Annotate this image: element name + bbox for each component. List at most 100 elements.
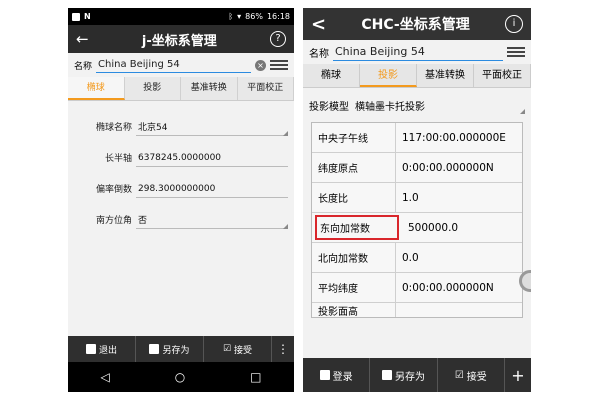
dropdown-corner-icon [520, 109, 525, 114]
name-label: 名称 [74, 61, 93, 72]
status-time: 16:18 [266, 12, 290, 21]
tab-bar: 椭球 投影 基准转换 平面校正 [303, 64, 531, 88]
notification-icon [72, 12, 80, 21]
tab-datum-transform[interactable]: 基准转换 [417, 64, 474, 87]
dropdown-corner-icon [283, 224, 288, 229]
nav-home-icon[interactable]: ○ [175, 370, 185, 384]
bottom-action-bar: 登录 另存为 ☑ 接受 + [303, 358, 531, 392]
list-icon[interactable] [270, 60, 288, 70]
param-label: 投影面高 [312, 303, 396, 317]
table-row[interactable]: 长度比 1.0 [312, 183, 522, 213]
ellipsoid-name-row[interactable]: 椭球名称 北京54 [68, 111, 294, 142]
param-label: 长度比 [312, 183, 396, 212]
table-row[interactable]: 投影面高 [312, 303, 522, 317]
field-label: 偏率倒数 [95, 185, 132, 195]
field-label: 椭球名称 [95, 123, 132, 133]
more-button[interactable]: ⋮ [272, 336, 294, 362]
check-icon: ☑ [454, 369, 464, 381]
table-row[interactable]: 东向加常数 500000.0 [312, 213, 522, 243]
projection-model-row[interactable]: 投影模型 横轴墨卡托投影 [303, 88, 531, 122]
projection-model-label: 投影模型 [309, 101, 349, 113]
param-label: 北向加常数 [312, 243, 396, 272]
name-row: 名称 [303, 40, 531, 64]
save-as-label: 另存为 [394, 371, 425, 383]
clear-icon[interactable]: × [255, 59, 266, 71]
tab-ellipsoid[interactable]: 椭球 [68, 77, 125, 100]
bluetooth-icon: ᛒ [228, 12, 234, 21]
title-bar: ← j-坐标系管理 ? [68, 25, 294, 53]
tab-projection[interactable]: 投影 [125, 77, 181, 100]
semi-major-axis-value[interactable]: 6378245.0000000 [138, 153, 286, 163]
dropdown-corner-icon [283, 131, 288, 136]
inverse-flattening-value[interactable]: 298.3000000000 [138, 184, 286, 194]
exit-label: 退出 [98, 345, 117, 356]
system-nav-bar: ◁ ○ □ [68, 362, 294, 392]
param-label: 平均纬度 [312, 273, 396, 302]
tab-plane-correction[interactable]: 平面校正 [474, 64, 531, 87]
projection-model-value[interactable]: 横轴墨卡托投影 [355, 98, 425, 113]
table-row[interactable]: 纬度原点 0:00:00.000000N [312, 153, 522, 183]
page-title: j-坐标系管理 [141, 33, 217, 49]
tab-projection[interactable]: 投影 [360, 64, 417, 87]
field-label: 南方位角 [95, 216, 132, 226]
right-phone-screen: < CHC-坐标系管理 i 名称 椭球 投影 基准转换 平面校正 投影模型 横轴… [303, 8, 531, 392]
tab-bar: 椭球 投影 基准转换 平面校正 [68, 77, 294, 101]
left-phone-screen: N ᛒ ▾ 86% 16:18 ← j-坐标系管理 ? 名称 × 椭球 投影 基… [68, 8, 294, 392]
signal-icon: ▾ [237, 12, 242, 21]
nav-back-icon[interactable]: ◁ [100, 370, 109, 384]
param-value[interactable]: 0:00:00.000000N [396, 273, 522, 302]
table-row[interactable]: 平均纬度 0:00:00.000000N [312, 273, 522, 303]
bottom-action-bar: 退出 另存为 ☑ 接受 ⋮ [68, 336, 294, 362]
table-row[interactable]: 北向加常数 0.0 [312, 243, 522, 273]
list-icon[interactable] [507, 47, 525, 57]
lock-icon [319, 370, 330, 380]
param-value[interactable]: 117:00:00.000000E [396, 123, 522, 152]
save-as-button[interactable]: 另存为 [370, 358, 438, 392]
help-icon[interactable]: ? [270, 31, 286, 47]
tab-plane-correction[interactable]: 平面校正 [238, 77, 294, 100]
save-as-label: 另存为 [162, 345, 190, 356]
save-as-button[interactable]: 另存为 [136, 336, 204, 362]
name-row: 名称 × [68, 53, 294, 77]
name-input[interactable] [333, 43, 503, 61]
table-row[interactable]: 中央子午线 117:00:00.000000E [312, 123, 522, 153]
info-icon[interactable]: i [505, 15, 523, 33]
back-chevron-icon[interactable]: < [311, 14, 326, 35]
param-value[interactable]: 0.0 [396, 243, 522, 272]
status-bar: N ᛒ ▾ 86% 16:18 [68, 8, 294, 25]
field-label: 长半轴 [104, 154, 132, 164]
back-arrow-icon[interactable]: ← [76, 30, 89, 48]
south-azimuth-value[interactable]: 否 [138, 213, 286, 226]
param-value[interactable]: 1.0 [396, 183, 522, 212]
accept-label: 接受 [234, 345, 253, 356]
save-icon [381, 370, 392, 380]
semi-major-axis-row[interactable]: 长半轴 6378245.0000000 [68, 142, 294, 173]
south-azimuth-row[interactable]: 南方位角 否 [68, 204, 294, 235]
param-value[interactable]: 500000.0 [402, 213, 522, 242]
page-title: CHC-坐标系管理 [361, 17, 470, 33]
add-button[interactable]: + [505, 358, 531, 392]
nav-recent-icon[interactable]: □ [250, 370, 261, 384]
projection-params-table: 中央子午线 117:00:00.000000E 纬度原点 0:00:00.000… [311, 122, 523, 318]
n-icon: N [84, 12, 91, 21]
accept-button[interactable]: ☑ 接受 [438, 358, 505, 392]
tab-ellipsoid[interactable]: 椭球 [303, 64, 360, 87]
highlighted-param-label: 东向加常数 [315, 215, 399, 240]
param-label: 纬度原点 [312, 153, 396, 182]
name-label: 名称 [309, 48, 329, 60]
title-bar: < CHC-坐标系管理 i [303, 8, 531, 40]
save-icon [149, 344, 160, 354]
accept-label: 接受 [466, 371, 487, 383]
login-button[interactable]: 登录 [303, 358, 371, 392]
check-icon: ☑ [222, 344, 232, 354]
accept-button[interactable]: ☑ 接受 [204, 336, 272, 362]
battery-level: 86% [245, 12, 263, 21]
param-value[interactable]: 0:00:00.000000N [396, 153, 522, 182]
exit-button[interactable]: 退出 [68, 336, 136, 362]
inverse-flattening-row[interactable]: 偏率倒数 298.3000000000 [68, 173, 294, 204]
tab-datum-transform[interactable]: 基准转换 [181, 77, 238, 100]
lock-icon [85, 344, 96, 354]
param-value[interactable] [396, 303, 522, 317]
ellipsoid-name-value[interactable]: 北京54 [138, 120, 286, 133]
name-input[interactable] [96, 57, 251, 73]
